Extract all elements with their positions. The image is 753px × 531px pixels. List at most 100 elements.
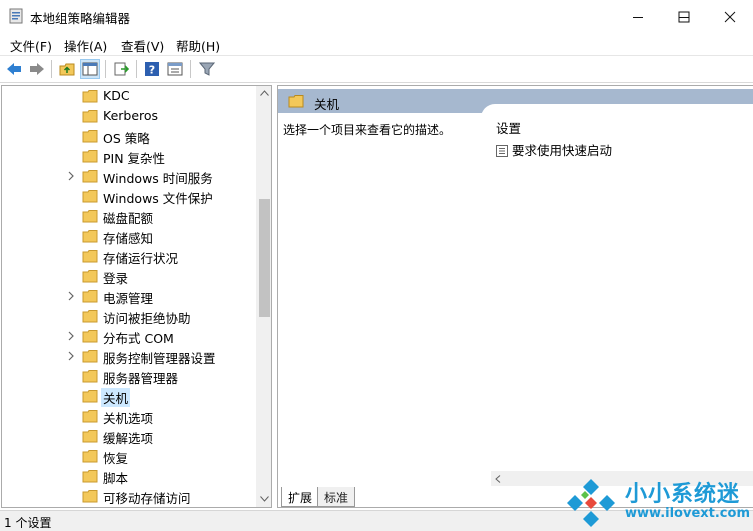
scroll-down-icon[interactable] bbox=[260, 496, 269, 502]
properties-button[interactable] bbox=[165, 59, 185, 79]
folder-icon bbox=[82, 190, 98, 203]
minimize-line-icon bbox=[633, 16, 643, 18]
tree-scrollbar[interactable] bbox=[256, 86, 271, 507]
folder-icon bbox=[82, 110, 98, 123]
tree-item[interactable]: 存储感知 bbox=[2, 226, 256, 246]
tree-item[interactable]: PIN 复杂性 bbox=[2, 146, 256, 166]
tab-extended[interactable]: 扩展 bbox=[281, 487, 320, 507]
tree-item[interactable]: KDC bbox=[2, 86, 256, 106]
tree-item-label: 存储运行状况 bbox=[103, 251, 179, 266]
title-bar: 本地组策略编辑器 bbox=[0, 0, 753, 33]
forward-icon bbox=[30, 63, 44, 75]
menu-help[interactable]: 帮助(H) bbox=[176, 36, 220, 55]
tree-item[interactable]: OS 策略 bbox=[2, 126, 256, 146]
close-icon bbox=[724, 11, 736, 22]
setting-label: 要求使用快速启动 bbox=[512, 143, 613, 158]
forward-button[interactable] bbox=[27, 59, 47, 79]
tree-item[interactable]: 磁盘配额 bbox=[2, 206, 256, 226]
detail-header-title: 关机 bbox=[314, 97, 340, 112]
filter-icon bbox=[199, 62, 215, 76]
detail-pane: 关机 选择一个项目来查看它的描述。 设置 要求使用快速启动 bbox=[277, 85, 753, 508]
tree-scrollbar-thumb[interactable] bbox=[259, 199, 270, 317]
toolbar-separator bbox=[190, 60, 191, 78]
folder-icon bbox=[82, 470, 98, 483]
tree-item[interactable]: 登录 bbox=[2, 266, 256, 286]
tree-item-label: 磁盘配额 bbox=[103, 211, 154, 226]
tree-item[interactable]: 服务控制管理器设置 bbox=[2, 346, 256, 366]
folder-icon bbox=[82, 130, 98, 143]
watermark-url: www.ilovext.com bbox=[625, 506, 750, 521]
tree-item[interactable]: 恢复 bbox=[2, 446, 256, 466]
menu-file[interactable]: 文件(F) bbox=[10, 36, 52, 55]
expand-arrow-icon[interactable] bbox=[67, 170, 77, 184]
back-icon bbox=[7, 63, 21, 75]
back-button[interactable] bbox=[4, 59, 24, 79]
toolbar-separator bbox=[51, 60, 52, 78]
menu-action[interactable]: 操作(A) bbox=[64, 36, 107, 55]
folder-icon bbox=[82, 250, 98, 263]
folder-icon bbox=[82, 330, 98, 343]
folder-icon bbox=[82, 170, 98, 183]
column-header-setting[interactable]: 设置 bbox=[496, 118, 521, 137]
menu-view[interactable]: 查看(V) bbox=[121, 36, 164, 55]
tree-item[interactable]: Kerberos bbox=[2, 106, 256, 126]
tree-item[interactable]: 脚本 bbox=[2, 466, 256, 486]
tree-item[interactable]: 服务器管理器 bbox=[2, 366, 256, 386]
tree-item-label: 登录 bbox=[103, 271, 129, 286]
policy-tree[interactable]: KDC Kerberos OS 策略 PIN 复杂性 Windows 时间服务 Windo… bbox=[1, 85, 272, 508]
folder-icon bbox=[82, 210, 98, 223]
tree-item[interactable]: 电源管理 bbox=[2, 286, 256, 306]
scroll-left-icon[interactable] bbox=[495, 475, 501, 483]
tree-item-label: 脚本 bbox=[103, 471, 129, 486]
settings-list: 设置 要求使用快速启动 bbox=[481, 104, 753, 484]
folder-icon bbox=[82, 290, 98, 303]
tree-item[interactable]: 访问被拒绝协助 bbox=[2, 306, 256, 326]
tree-item[interactable]: 缓解选项 bbox=[2, 426, 256, 446]
export-list-button[interactable] bbox=[111, 59, 131, 79]
tree-item-label: PIN 复杂性 bbox=[103, 151, 166, 166]
filter-button[interactable] bbox=[197, 59, 217, 79]
folder-icon bbox=[82, 410, 98, 423]
svg-text:?: ? bbox=[149, 64, 155, 77]
toolbar-separator bbox=[105, 60, 106, 78]
tree-item-label: 分布式 COM bbox=[103, 331, 174, 346]
tree-item[interactable]: Windows 时间服务 bbox=[2, 166, 256, 186]
tree-item-label: 缓解选项 bbox=[103, 431, 154, 446]
folder-icon bbox=[82, 450, 98, 463]
up-folder-icon bbox=[59, 63, 75, 76]
tree-item-label: KDC bbox=[103, 88, 130, 103]
tree-item-label: 存储感知 bbox=[103, 231, 154, 246]
folder-icon bbox=[82, 270, 98, 283]
tree-item[interactable]: 关机选项 bbox=[2, 406, 256, 426]
watermark-logo-icon bbox=[567, 479, 615, 527]
show-hide-tree-button[interactable] bbox=[80, 59, 100, 79]
help-button[interactable]: ? bbox=[142, 59, 162, 79]
maximize-button-main[interactable] bbox=[661, 0, 707, 33]
expand-arrow-icon[interactable] bbox=[67, 330, 77, 344]
tree-item[interactable]: 分布式 COM bbox=[2, 326, 256, 346]
tree-item[interactable]: 存储运行状况 bbox=[2, 246, 256, 266]
folder-icon bbox=[82, 430, 98, 443]
maximize-icon bbox=[678, 11, 690, 22]
tree-item-label: 可移动存储访问 bbox=[103, 491, 191, 506]
tree-item[interactable]: Windows 文件保护 bbox=[2, 186, 256, 206]
setting-row[interactable]: 要求使用快速启动 bbox=[496, 140, 612, 159]
expand-arrow-icon[interactable] bbox=[67, 350, 77, 364]
scroll-up-icon[interactable] bbox=[260, 90, 269, 96]
properties-icon bbox=[167, 62, 183, 76]
tree-item-label: 服务器管理器 bbox=[103, 371, 179, 386]
tab-standard[interactable]: 标准 bbox=[317, 487, 356, 507]
policy-setting-icon bbox=[496, 145, 508, 157]
help-icon: ? bbox=[145, 62, 159, 77]
expand-arrow-icon[interactable] bbox=[67, 290, 77, 304]
tree-item[interactable]: 关机 bbox=[2, 386, 256, 407]
up-folder-button[interactable] bbox=[57, 59, 77, 79]
minimize-button-alt[interactable] bbox=[615, 0, 661, 33]
close-button[interactable] bbox=[707, 0, 753, 33]
tree-item-label: OS 策略 bbox=[103, 131, 150, 146]
tree-item-label: Kerberos bbox=[103, 108, 159, 123]
status-text: 1 个设置 bbox=[4, 516, 52, 530]
tree-item[interactable]: 可移动存储访问 bbox=[2, 486, 256, 506]
folder-icon bbox=[82, 230, 98, 243]
view-tabs: 扩展 标准 bbox=[277, 487, 477, 509]
